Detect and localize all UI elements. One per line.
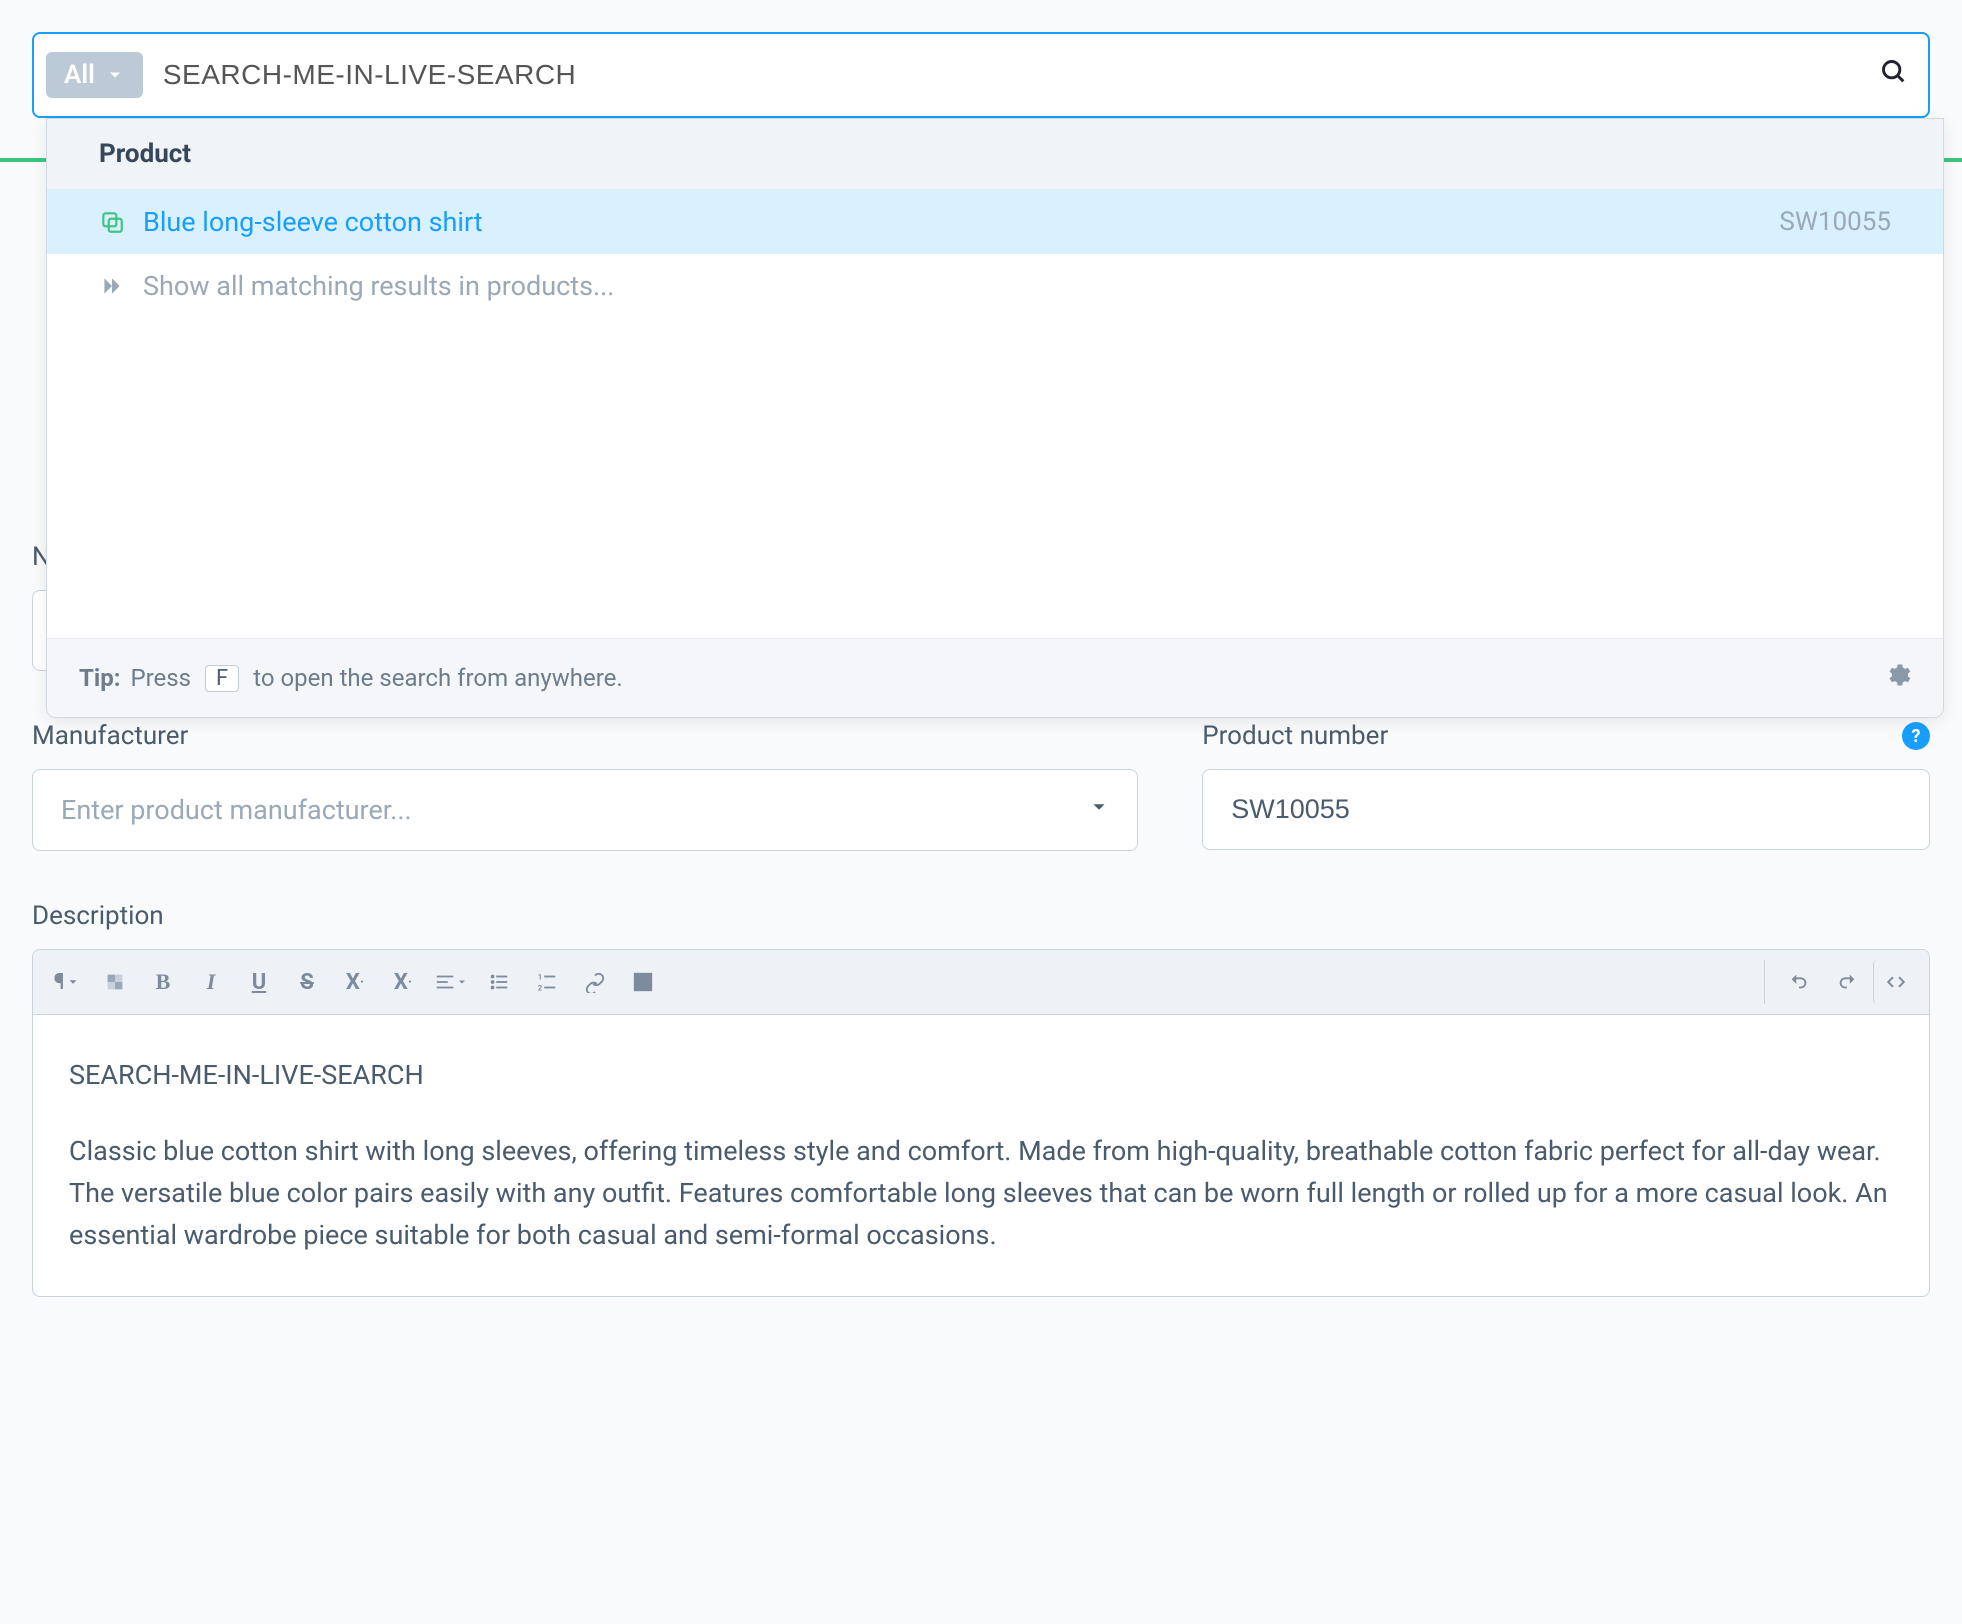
rte-underline-button[interactable]: U <box>237 960 281 1004</box>
tip-key: F <box>205 665 239 692</box>
description-editor: ¶ B I U S X· X· <box>32 949 1930 1297</box>
svg-text:2: 2 <box>538 983 542 992</box>
rte-align-menu[interactable] <box>429 960 473 1004</box>
description-paragraph: SEARCH-ME-IN-LIVE-SEARCH <box>69 1055 1893 1097</box>
chevron-down-icon <box>105 65 125 85</box>
search-show-all-label: Show all matching results in products... <box>143 270 1891 302</box>
gear-icon[interactable] <box>1883 661 1911 695</box>
rte-strike-button[interactable]: S <box>285 960 329 1004</box>
search-input[interactable] <box>163 59 1860 91</box>
product-number-label: Product number <box>1202 721 1388 751</box>
search-results-section-header: Product <box>47 119 1943 190</box>
rte-link-button[interactable] <box>573 960 617 1004</box>
manufacturer-placeholder: Enter product manufacturer... <box>61 794 412 826</box>
rte-bold-button[interactable]: B <box>141 960 185 1004</box>
search-scope-dropdown[interactable]: All <box>46 52 143 98</box>
manufacturer-label: Manufacturer <box>32 721 1138 751</box>
manufacturer-select[interactable]: Enter product manufacturer... <box>32 769 1138 851</box>
help-icon[interactable]: ? <box>1902 722 1930 750</box>
product-number-field[interactable] <box>1202 769 1930 850</box>
search-dropdown-footer: Tip: Press F to open the search from any… <box>47 638 1943 717</box>
rte-undo-button[interactable] <box>1777 960 1821 1004</box>
tip-prefix: Tip: <box>79 664 120 692</box>
search-icon[interactable] <box>1880 58 1908 92</box>
search-show-all-row[interactable]: Show all matching results in products... <box>47 254 1943 318</box>
rte-redo-button[interactable] <box>1825 960 1869 1004</box>
description-textarea[interactable]: SEARCH-ME-IN-LIVE-SEARCH Classic blue co… <box>33 1015 1929 1296</box>
search-result-row[interactable]: Blue long-sleeve cotton shirt SW10055 <box>47 190 1943 254</box>
rte-source-button[interactable] <box>1873 960 1917 1004</box>
search-scope-label: All <box>64 60 95 90</box>
search-results-dropdown: Product Blue long-sleeve cotton shirt SW… <box>46 118 1944 718</box>
rte-ordered-list-button[interactable]: 12 <box>525 960 569 1004</box>
chevron-double-right-icon <box>99 273 125 299</box>
search-result-sku: SW10055 <box>1779 207 1891 237</box>
svg-text:1: 1 <box>538 972 542 981</box>
tip-press: Press <box>130 664 191 692</box>
description-label: Description <box>32 901 1930 931</box>
rte-clear-format-button[interactable] <box>93 960 137 1004</box>
tip-rest: to open the search from anywhere. <box>253 664 622 692</box>
rte-toolbar: ¶ B I U S X· X· <box>33 950 1929 1015</box>
rte-paragraph-menu[interactable]: ¶ <box>45 960 89 1004</box>
rte-subscript-button[interactable]: X· <box>381 960 425 1004</box>
rte-superscript-button[interactable]: X· <box>333 960 377 1004</box>
search-result-label: Blue long-sleeve cotton shirt <box>143 206 1761 238</box>
rte-table-button[interactable] <box>621 960 665 1004</box>
copy-icon <box>99 209 125 235</box>
global-search-bar: All <box>32 32 1930 118</box>
rte-italic-button[interactable]: I <box>189 960 233 1004</box>
dropdown-empty-space <box>47 318 1943 638</box>
rte-unordered-list-button[interactable] <box>477 960 521 1004</box>
description-paragraph: Classic blue cotton shirt with long slee… <box>69 1131 1893 1257</box>
